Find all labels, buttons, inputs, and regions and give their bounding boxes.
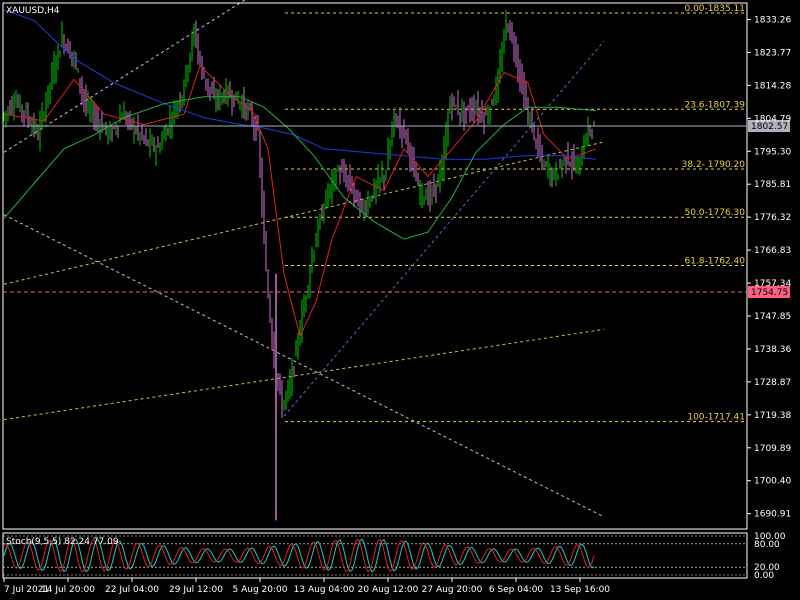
chart-title: XAUUSD,H4 — [6, 6, 60, 16]
price-tick-label: 1795.30 — [754, 147, 791, 157]
stochastic-tick-label: 80.00 — [754, 540, 780, 550]
trading-chart[interactable]: 0.00-1835.11 23.6-1807.39 38.2- 1790.20 50.… — [0, 0, 800, 600]
time-tick-label: 6 Sep 04:00 — [489, 585, 544, 595]
time-tick-label: 13 Aug 04:00 — [294, 585, 355, 595]
time-tick-label: 29 Jul 12:00 — [169, 585, 223, 595]
fibonacci-level-label: 100-1717.41 — [687, 413, 745, 423]
horizontal-level-label: 1754.75 — [751, 288, 788, 298]
price-tick-label: 1766.83 — [754, 246, 791, 256]
price-tick-label: 1728.87 — [754, 378, 791, 388]
price-tick-label: 1719.38 — [754, 411, 791, 421]
time-tick-label: 5 Aug 20:00 — [233, 585, 288, 595]
fibonacci-level-label: 38.2- 1790.20 — [682, 160, 746, 170]
price-tick-label: 1738.36 — [754, 345, 791, 355]
chart-background — [0, 0, 800, 600]
price-tick-label: 1690.91 — [754, 510, 791, 520]
time-tick-label: 14 Jul 20:00 — [41, 585, 95, 595]
price-tick-label: 1757.34 — [754, 279, 791, 289]
fibonacci-level-label: 50.0-1776.30 — [684, 208, 745, 218]
time-tick-label: 20 Aug 12:00 — [358, 585, 419, 595]
price-tick-label: 1833.26 — [754, 15, 791, 25]
price-tick-label: 1776.32 — [754, 213, 791, 223]
fibonacci-level-label: 0.00-1835.11 — [684, 4, 745, 14]
fibonacci-level-label: 23.6-1807.39 — [684, 100, 745, 110]
time-tick-label: 22 Jul 04:00 — [105, 585, 159, 595]
price-tick-label: 1804.79 — [754, 114, 791, 124]
stochastic-title: Stoch(9,5,5) 82.24 77.09 — [6, 537, 119, 547]
price-tick-label: 1747.85 — [754, 312, 791, 322]
fibonacci-level-label: 61.8-1762.40 — [684, 256, 745, 266]
time-tick-label: 27 Aug 20:00 — [422, 585, 483, 595]
time-tick-label: 13 Sep 16:00 — [550, 585, 610, 595]
stochastic-tick-label: 0.00 — [754, 571, 774, 581]
price-tick-label: 1785.81 — [754, 180, 791, 190]
price-tick-label: 1700.40 — [754, 477, 791, 487]
price-tick-label: 1709.89 — [754, 444, 791, 454]
price-tick-label: 1814.28 — [754, 81, 791, 91]
price-tick-label: 1823.77 — [754, 48, 791, 58]
